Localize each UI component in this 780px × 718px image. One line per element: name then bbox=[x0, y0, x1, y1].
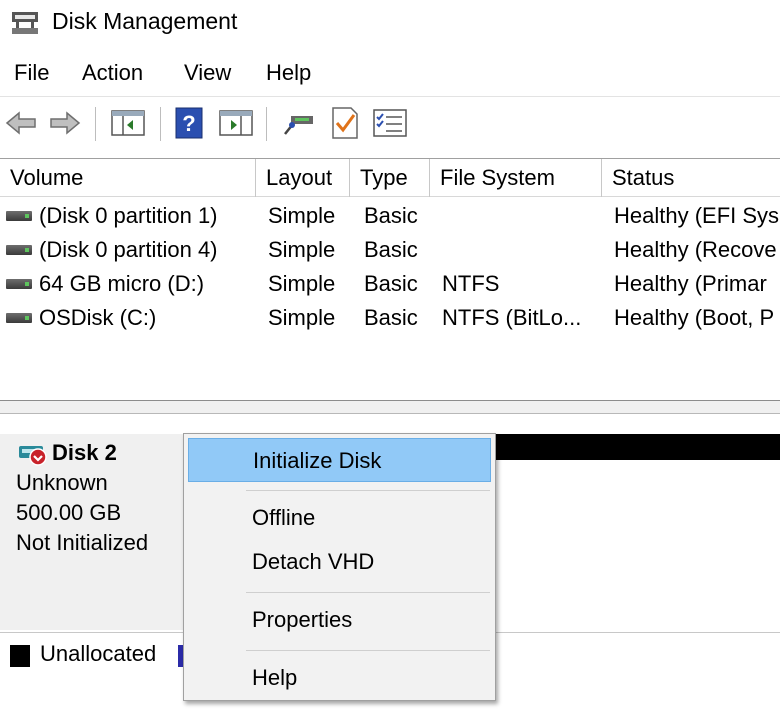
action-pane-icon bbox=[219, 110, 253, 136]
menu-action[interactable]: Action bbox=[82, 60, 143, 86]
connect-button[interactable] bbox=[280, 107, 316, 139]
menu-bar: File Action View Help bbox=[0, 56, 780, 92]
volume-type: Basic bbox=[364, 237, 418, 262]
volume-type: Basic bbox=[364, 271, 418, 296]
toolbar-separator bbox=[160, 107, 161, 141]
volume-status: Healthy (Boot, P bbox=[614, 305, 775, 330]
volume-icon bbox=[6, 279, 32, 289]
window-title: Disk Management bbox=[52, 8, 238, 34]
menu-item-offline[interactable]: Offline bbox=[188, 496, 491, 540]
disk-kind: Unknown bbox=[16, 470, 108, 495]
console-tree-button[interactable] bbox=[110, 107, 146, 139]
volume-layout: Simple bbox=[268, 271, 336, 296]
volume-name: (Disk 0 partition 1) bbox=[39, 203, 218, 228]
volume-layout: Simple bbox=[268, 203, 336, 228]
help-button[interactable]: ? bbox=[174, 107, 204, 139]
table-row[interactable]: (Disk 0 partition 1) Simple Basic Health… bbox=[0, 199, 780, 233]
context-menu: Initialize Disk Offline Detach VHD Prope… bbox=[183, 433, 496, 701]
volume-type: Basic bbox=[364, 305, 418, 330]
toolbar-separator bbox=[95, 107, 96, 141]
column-header-type[interactable]: Type bbox=[350, 159, 430, 197]
unallocated-space-bar[interactable] bbox=[494, 434, 780, 460]
menu-separator bbox=[246, 490, 490, 491]
toolbar-separator bbox=[266, 107, 267, 141]
menu-item-initialize-disk[interactable]: Initialize Disk bbox=[188, 438, 491, 482]
volume-status: Healthy (EFI Sys bbox=[614, 203, 780, 228]
action-pane-button[interactable] bbox=[218, 107, 254, 139]
table-row[interactable]: OSDisk (C:) Simple Basic NTFS (BitLo... … bbox=[0, 301, 780, 335]
volume-type: Basic bbox=[364, 203, 418, 228]
column-header-file-system[interactable]: File System bbox=[430, 159, 602, 197]
volume-list: Volume Layout Type File System Status (D… bbox=[0, 158, 780, 394]
menu-file[interactable]: File bbox=[14, 60, 49, 86]
disk-name: Disk 2 bbox=[52, 440, 117, 465]
disk-size: 500.00 GB bbox=[16, 500, 122, 525]
disk-error-icon bbox=[19, 446, 47, 466]
disk-management-icon bbox=[12, 12, 38, 34]
toolbar: ? bbox=[0, 96, 780, 152]
volume-file-system: NTFS (BitLo... bbox=[442, 305, 582, 330]
table-row[interactable]: (Disk 0 partition 4) Simple Basic Health… bbox=[0, 233, 780, 267]
volume-name: OSDisk (C:) bbox=[39, 305, 157, 330]
check-button[interactable] bbox=[330, 107, 360, 139]
title-bar: Disk Management bbox=[0, 0, 780, 46]
column-header-status[interactable]: Status bbox=[602, 159, 780, 197]
volume-name: (Disk 0 partition 4) bbox=[39, 237, 218, 262]
console-tree-icon bbox=[111, 110, 145, 136]
menu-separator bbox=[246, 592, 490, 593]
back-icon bbox=[5, 111, 36, 135]
column-header-volume[interactable]: Volume bbox=[0, 159, 256, 197]
connect-icon bbox=[284, 116, 313, 135]
menu-item-properties[interactable]: Properties bbox=[188, 598, 491, 642]
column-header-layout[interactable]: Layout bbox=[256, 159, 350, 197]
volume-icon bbox=[6, 211, 32, 221]
volume-status: Healthy (Primar bbox=[614, 271, 767, 296]
table-row[interactable]: 64 GB micro (D:) Simple Basic NTFS Healt… bbox=[0, 267, 780, 301]
volume-icon bbox=[6, 245, 32, 255]
volume-layout: Simple bbox=[268, 305, 336, 330]
disk-state: Not Initialized bbox=[16, 530, 149, 555]
unallocated-swatch bbox=[10, 645, 30, 667]
volume-icon bbox=[6, 313, 32, 323]
back-button[interactable] bbox=[4, 107, 38, 139]
menu-view[interactable]: View bbox=[184, 60, 231, 86]
volume-name: 64 GB micro (D:) bbox=[39, 271, 205, 296]
properties-list-button[interactable] bbox=[372, 107, 408, 139]
svg-text:?: ? bbox=[182, 111, 195, 136]
help-icon: ? bbox=[175, 107, 203, 139]
pane-splitter[interactable] bbox=[0, 400, 780, 414]
legend-unallocated-label: Unallocated bbox=[40, 641, 157, 666]
menu-item-help[interactable]: Help bbox=[188, 656, 491, 700]
volume-status: Healthy (Recove bbox=[614, 237, 777, 262]
volume-layout: Simple bbox=[268, 237, 336, 262]
menu-help[interactable]: Help bbox=[266, 60, 311, 86]
properties-list-icon bbox=[373, 109, 407, 137]
list-header: Volume Layout Type File System Status bbox=[0, 159, 780, 197]
menu-separator bbox=[246, 650, 490, 651]
forward-icon bbox=[50, 111, 81, 135]
forward-button[interactable] bbox=[48, 107, 82, 139]
volume-file-system: NTFS bbox=[442, 271, 500, 296]
checkmark-icon bbox=[332, 107, 358, 139]
menu-item-detach-vhd[interactable]: Detach VHD bbox=[188, 540, 491, 584]
